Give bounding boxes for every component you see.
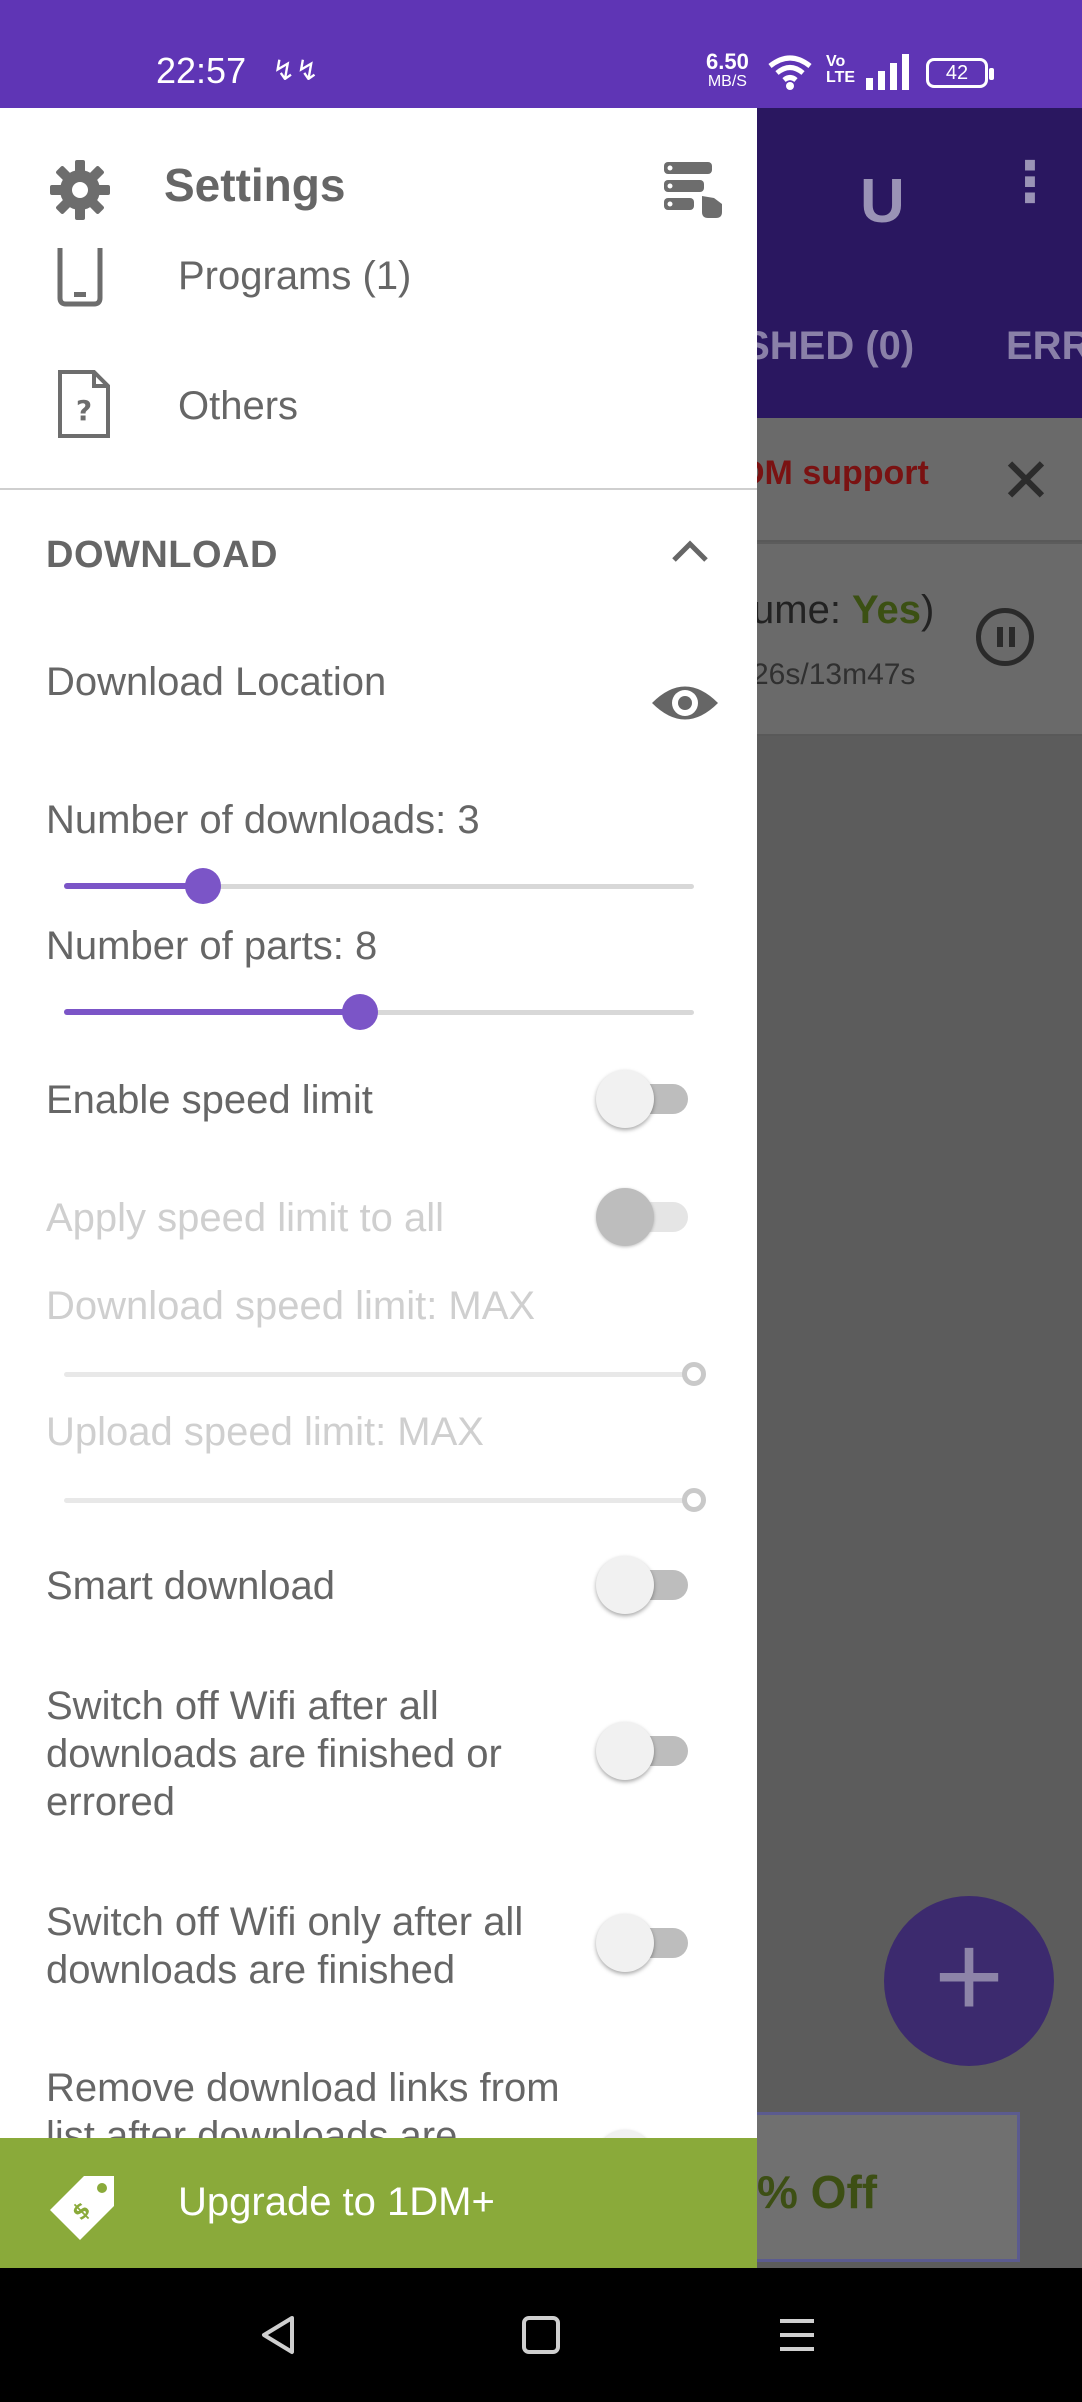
label-line: Switch off Wifi after all <box>46 1684 439 1728</box>
label-line: errored <box>46 1780 175 1824</box>
download-resume-info: ume: Yes) <box>752 588 934 633</box>
battery-icon: 42 <box>926 58 994 88</box>
settings-drawer: Settings Programs (1) ? Others DOWNLOAD … <box>0 108 757 2268</box>
price-tag-icon: $ <box>44 2166 124 2251</box>
slider-fill <box>64 1009 360 1015</box>
slider-track <box>64 1498 694 1503</box>
phone-icon <box>56 248 104 313</box>
wifi-off-all-toggle[interactable] <box>596 1720 692 1780</box>
network-speed-value: 6.50 <box>706 49 749 74</box>
volte-bottom: LTE <box>826 69 856 86</box>
slider-thumb[interactable] <box>682 1362 706 1386</box>
download-location-label[interactable]: Download Location <box>46 658 386 706</box>
upload-speed-limit-label: Upload speed limit: MAX <box>46 1410 484 1454</box>
eye-icon[interactable] <box>650 678 720 733</box>
toggle-knob <box>596 1070 654 1128</box>
resume-suffix: ) <box>921 588 935 632</box>
network-speed-unit: MB/S <box>707 73 747 90</box>
download-speed-limit-label: Download speed limit: MAX <box>46 1284 536 1328</box>
slider-fill <box>64 883 203 889</box>
num-parts-label: Number of parts: 8 <box>46 924 378 968</box>
nav-item-programs[interactable]: Programs (1) <box>0 230 757 330</box>
enable-speed-limit-toggle[interactable] <box>596 1068 692 1128</box>
resume-value: Yes <box>852 588 922 632</box>
toggle-knob <box>596 1722 654 1780</box>
svg-text:?: ? <box>76 394 92 427</box>
nav-item-others[interactable]: ? Others <box>0 360 757 460</box>
more-options-icon[interactable]: ⋮ <box>1002 154 1058 210</box>
network-speed: 6.50 MB/S <box>706 49 749 92</box>
toggle-knob <box>596 1188 654 1246</box>
resume-label: ume: <box>752 588 853 632</box>
chevron-up-icon[interactable] <box>670 538 710 571</box>
volte-top: Vo <box>826 53 846 70</box>
ad-text: % Off <box>757 2166 878 2218</box>
nav-item-label: Others <box>178 384 299 428</box>
unknown-file-icon: ? <box>56 368 112 445</box>
apply-speed-limit-label: Apply speed limit to all <box>46 1196 444 1240</box>
close-icon[interactable]: ✕ <box>1000 444 1052 517</box>
system-nav-bar <box>0 2268 1082 2402</box>
drawer-title: Settings <box>164 159 346 211</box>
nav-item-label: Programs (1) <box>178 254 412 298</box>
apply-speed-limit-toggle[interactable] <box>596 1186 692 1246</box>
upgrade-button[interactable]: $ Upgrade to 1DM+ <box>0 2138 757 2268</box>
label-line: Remove download links from <box>46 2066 560 2110</box>
server-settings-icon[interactable] <box>660 158 724 227</box>
upload-speed-slider[interactable] <box>64 1480 706 1520</box>
label-line: downloads are finished or <box>46 1732 502 1776</box>
volte-icon: Vo LTE <box>826 54 855 86</box>
upgrade-label: Upgrade to 1DM+ <box>178 2180 495 2224</box>
status-bar: 22:57 ↯↯ 6.50 MB/S Vo LTE 42 <box>0 0 1082 108</box>
toggle-knob <box>596 1556 654 1614</box>
slider-track <box>64 1372 694 1377</box>
wifi-off-finished-toggle[interactable] <box>596 1912 692 1972</box>
gear-icon <box>48 158 112 227</box>
num-downloads-slider[interactable] <box>64 866 694 906</box>
download-time: 26s/13m47s <box>752 658 916 691</box>
signal-icon <box>866 54 914 95</box>
back-icon[interactable] <box>256 2312 302 2363</box>
num-downloads-label: Number of downloads: 3 <box>46 798 480 842</box>
recents-menu-icon[interactable] <box>774 2312 820 2363</box>
tab-errors[interactable]: ERR <box>1006 324 1082 369</box>
magnet-icon[interactable]: U <box>860 166 905 237</box>
wifi-icon <box>766 52 814 97</box>
support-banner-text: DM support <box>740 454 929 492</box>
toggle-knob <box>596 1914 654 1972</box>
slider-thumb[interactable] <box>342 994 378 1030</box>
slider-thumb[interactable] <box>185 868 221 904</box>
enable-speed-limit-label: Enable speed limit <box>46 1078 373 1122</box>
smart-download-label: Smart download <box>46 1564 336 1608</box>
wifi-off-finished-label: Switch off Wifi only after all downloads… <box>46 1898 523 1994</box>
download-speed-slider[interactable] <box>64 1354 706 1394</box>
num-parts-slider[interactable] <box>64 992 694 1032</box>
status-time: 22:57 <box>156 50 247 91</box>
download-activity-icon: ↯↯ <box>272 55 319 86</box>
label-line: downloads are finished <box>46 1948 456 1992</box>
add-download-button[interactable]: + <box>884 1896 1054 2066</box>
wifi-off-all-label: Switch off Wifi after all downloads are … <box>46 1682 502 1826</box>
slider-thumb[interactable] <box>682 1488 706 1512</box>
divider <box>0 488 757 490</box>
section-title-download: DOWNLOAD <box>46 534 278 576</box>
ad-banner[interactable]: % Off <box>748 2112 1020 2262</box>
label-line: Switch off Wifi only after all <box>46 1900 524 1944</box>
pause-icon[interactable] <box>976 608 1034 666</box>
tab-finished[interactable]: ISHED (0) <box>732 324 914 369</box>
smart-download-toggle[interactable] <box>596 1554 692 1614</box>
home-icon[interactable] <box>518 2312 564 2363</box>
